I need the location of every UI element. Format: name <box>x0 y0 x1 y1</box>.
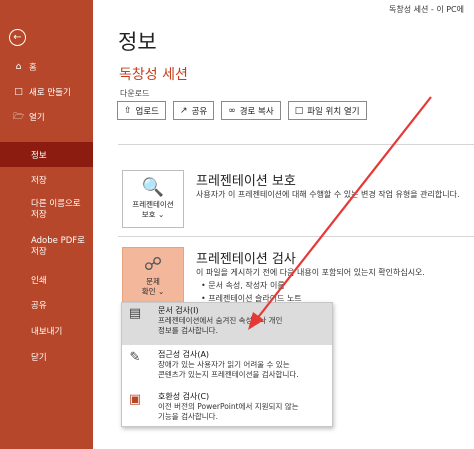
sidebar-item-export[interactable]: 내보내기 <box>0 324 93 338</box>
protect-section-description: 사용자가 이 프레젠테이션에 대해 수행할 수 있는 변경 작업 유형을 관리합… <box>196 190 460 199</box>
sidebar-item-label: 공유 <box>31 301 47 311</box>
open-file-location-button[interactable]: □ 파일 위치 열기 <box>287 101 367 120</box>
back-arrow-icon[interactable]: ← <box>9 29 26 46</box>
sidebar-item-label: 다른 이름으로 <box>31 199 81 209</box>
new-file-icon: □ <box>14 87 23 97</box>
upload-button-label: 업로드 <box>135 106 160 117</box>
menu-item-description: 장애가 있는 사용자가 읽기 어려울 수 있는 <box>158 360 290 369</box>
accessibility-check-icon: ✎ <box>129 350 141 365</box>
upload-icon: ⇧ <box>124 105 132 116</box>
folder-icon: 🗁 <box>13 112 25 122</box>
protect-tile-label-line1: 프레젠테이션 <box>132 200 174 209</box>
inspect-tile-label-line1: 문제 <box>146 277 160 286</box>
backstage-sidebar: ← ⌂ 홈 □ 새로 만들기 🗁 열기 정보 저장 다른 이름으로 저장 Ado… <box>0 0 93 449</box>
menu-item-description: 기능을 검사합니다. <box>158 412 218 421</box>
sidebar-item-home[interactable]: ⌂ 홈 <box>0 60 93 74</box>
sidebar-item-label: 저장 <box>31 247 47 257</box>
protect-section-title: 프레젠테이션 보호 <box>196 174 296 189</box>
menu-item-compatibility-check[interactable]: ▣ 호환성 검사(C) 이전 버전의 PowerPoint에서 지원되지 않는 … <box>122 389 332 427</box>
inspect-document-icon: ☍ <box>143 254 163 275</box>
sidebar-item-save-adobe-pdf[interactable]: Adobe PDF로 저장 <box>0 236 93 260</box>
menu-item-title: 접근성 검사(A) <box>158 350 210 359</box>
sidebar-item-print[interactable]: 인쇄 <box>0 273 93 287</box>
sidebar-item-save-as[interactable]: 다른 이름으로 저장 <box>0 199 93 223</box>
copy-path-button-label: 경로 복사 <box>239 106 274 117</box>
inspect-section-description: 이 파일을 게시하기 전에 다음 내용이 포함되어 있는지 확인하십시오. <box>196 268 425 277</box>
sidebar-item-new[interactable]: □ 새로 만들기 <box>0 85 93 99</box>
menu-item-description: 정보를 검사합니다. <box>158 326 218 335</box>
inspect-document-icon: ▤ <box>128 306 142 321</box>
page-title: 정보 <box>118 30 157 54</box>
inspect-bullet: • 문서 속성, 작성자 이름 <box>201 281 285 290</box>
sidebar-item-label: 홈 <box>29 63 37 73</box>
open-file-location-button-label: 파일 위치 열기 <box>307 106 360 117</box>
document-title: 독창성 세션 <box>119 67 188 83</box>
share-button[interactable]: ↗ 공유 <box>173 101 215 120</box>
home-icon: ⌂ <box>15 62 22 72</box>
sidebar-item-label: 내보내기 <box>31 327 63 337</box>
menu-item-description: 이전 버전의 PowerPoint에서 지원되지 않는 <box>158 402 299 411</box>
sidebar-item-label: 저장 <box>31 176 47 186</box>
protect-presentation-button[interactable]: 🔍 프레젠테이션 보호 ⌄ <box>122 170 184 228</box>
lock-search-icon: 🔍 <box>141 177 165 198</box>
share-button-label: 공유 <box>191 106 208 117</box>
folder-icon: □ <box>294 105 304 116</box>
sidebar-item-save[interactable]: 저장 <box>0 173 93 187</box>
sidebar-item-open[interactable]: 🗁 열기 <box>0 110 93 124</box>
sidebar-item-close[interactable]: 닫기 <box>0 350 93 364</box>
section-divider <box>118 144 474 145</box>
link-icon: ∞ <box>228 105 236 116</box>
menu-item-inspect-document[interactable]: ▤ 문서 검사(I) 프레젠테이션에서 숨겨진 속성이나 개인 정보를 검사합니… <box>122 303 332 345</box>
check-for-issues-button[interactable]: ☍ 문제 확인 ⌄ <box>122 247 184 303</box>
sidebar-item-label: 인쇄 <box>31 276 47 286</box>
menu-item-title: 호환성 검사(C) <box>158 392 210 401</box>
window-title: 독창성 세션 - 이 PC에 <box>389 5 464 14</box>
protect-tile-label-line2: 보호 ⌄ <box>141 210 165 219</box>
check-for-issues-menu: ▤ 문서 검사(I) 프레젠테이션에서 숨겨진 속성이나 개인 정보를 검사합니… <box>121 302 333 427</box>
menu-item-title: 문서 검사(I) <box>158 306 199 315</box>
copy-path-button[interactable]: ∞ 경로 복사 <box>221 101 281 120</box>
sidebar-item-label: Adobe PDF로 <box>31 236 85 246</box>
sidebar-item-label: 닫기 <box>31 353 47 363</box>
file-action-buttons: ⇧ 업로드 ↗ 공유 ∞ 경로 복사 □ 파일 위치 열기 <box>117 101 367 120</box>
sidebar-item-label: 저장 <box>31 210 47 220</box>
menu-item-description: 콘텐츠가 있는지 프레젠테이션을 검사합니다. <box>158 370 299 379</box>
menu-item-accessibility-check[interactable]: ✎ 접근성 검사(A) 장애가 있는 사용자가 읽기 어려울 수 있는 콘텐츠가… <box>122 347 332 387</box>
share-icon: ↗ <box>180 105 188 116</box>
sidebar-item-label: 정보 <box>31 150 47 161</box>
menu-item-description: 프레젠테이션에서 숨겨진 속성이나 개인 <box>158 316 283 325</box>
sidebar-item-label: 열기 <box>29 113 45 123</box>
compatibility-check-icon: ▣ <box>128 392 142 407</box>
sidebar-item-info[interactable]: 정보 <box>0 142 93 167</box>
inspect-tile-label-line2: 확인 ⌄ <box>141 287 165 296</box>
document-path: 다운로드 <box>120 89 150 98</box>
sidebar-item-label: 새로 만들기 <box>29 88 71 98</box>
upload-button[interactable]: ⇧ 업로드 <box>117 101 167 120</box>
inspect-section-title: 프레젠테이션 검사 <box>196 252 296 267</box>
sidebar-item-share[interactable]: 공유 <box>0 298 93 312</box>
section-divider <box>118 236 474 237</box>
